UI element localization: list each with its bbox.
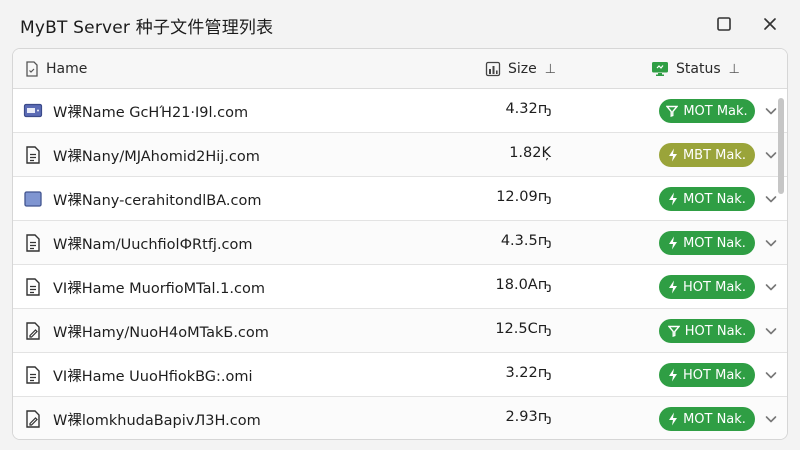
chevron-down-icon[interactable] (763, 235, 779, 251)
bolt-icon (668, 236, 683, 250)
chevron-down-icon[interactable] (763, 147, 779, 163)
sort-icon[interactable]: ⊥ (729, 62, 740, 77)
status-label: MOT Nak. (683, 411, 746, 427)
file-name: W裸Hamy/NuoH4oMTakБ.com (53, 325, 269, 341)
table-row[interactable]: W裸Nam/UuchfiolФRtfj.com 4.3.5ҧ MOT Nak. (13, 221, 787, 265)
title-bar: MyBT Server 种子文件管理列表 (0, 0, 800, 48)
filter-icon (666, 105, 683, 117)
sort-icon[interactable]: ⊥ (545, 62, 556, 77)
file-size: 3.22ҧ (505, 365, 551, 381)
status-label: MOT Mak. (683, 103, 748, 119)
column-header-size[interactable]: Size ⊥ (485, 59, 556, 79)
bolt-icon (668, 412, 683, 426)
bolt-icon (668, 192, 683, 206)
status-badge: MOT Nak. (659, 231, 755, 255)
folder-icon (23, 189, 43, 209)
file-name: W裸Name GcHΉ21·I9l.com (53, 105, 249, 121)
filter-icon (667, 325, 685, 337)
monitor-icon (652, 62, 668, 76)
status-badge: HOT Nak. (659, 319, 755, 343)
table-row[interactable]: W裸lomkhudаBapivЛ3H.com 2.93ҧ MOT Nak. (13, 397, 787, 439)
column-header-name[interactable]: Hame (25, 59, 87, 79)
file-size: 4.3.5ҧ (500, 233, 551, 249)
chevron-down-icon[interactable] (763, 323, 779, 339)
status-label: HOT Nak. (684, 323, 747, 339)
file-size: 18.0Aҧ (495, 277, 551, 293)
table-row[interactable]: W裸Nany/MJAhomid2Hij.com 1.82Ķ MBT Mak. (13, 133, 787, 177)
status-label: MOT Nak. (683, 191, 746, 207)
file-size: 12.09ҧ (496, 189, 551, 205)
torrent-file-table: Hame Size ⊥ Status ⊥ W裸Name GcHΉ21·I9l.c… (12, 48, 788, 440)
maximize-button[interactable] (712, 12, 736, 36)
chevron-down-icon[interactable] (763, 103, 779, 119)
window-title: MyBT Server 种子文件管理列表 (20, 18, 274, 38)
column-header-status-label: Status (676, 61, 721, 77)
file-name: W裸Nam/UuchfiolФRtfj.com (53, 237, 253, 253)
bolt-icon (668, 148, 683, 162)
status-badge: MOT Nak. (659, 407, 755, 431)
bar-chart-icon (485, 61, 501, 77)
table-row[interactable]: W裸Nany-cerahitondlBA.com 12.09ҧ MOT Nak. (13, 177, 787, 221)
column-header-size-label: Size (508, 61, 537, 77)
document-icon (23, 365, 43, 385)
table-row[interactable]: VI裸Hame UuoHfiokBG:.omi 3.22ҧ HOT Mak. (13, 353, 787, 397)
scrollbar[interactable] (778, 98, 784, 194)
chevron-down-icon[interactable] (763, 191, 779, 207)
table-row[interactable]: W裸Name GcHΉ21·I9l.com 4.32ҧ MOT Mak. (13, 89, 787, 133)
status-badge: MOT Nak. (659, 187, 755, 211)
file-size: 12.5Cҧ (495, 321, 551, 337)
file-name: VI裸Hame UuoHfiokBG:.omi (53, 369, 253, 385)
status-badge: HOT Mak. (659, 275, 755, 299)
file-name: W裸Nany-cerahitondlBA.com (53, 193, 262, 209)
close-icon (764, 18, 776, 30)
close-button[interactable] (758, 12, 782, 36)
chevron-down-icon[interactable] (763, 279, 779, 295)
file-size: 1.82Ķ (509, 145, 551, 161)
file-name: VI裸Hame MuorfioMTal.1.com (53, 281, 265, 297)
status-badge: MOT Mak. (659, 99, 755, 123)
status-label: MBT Mak. (682, 147, 747, 163)
table-row[interactable]: W裸Hamy/NuoH4oMTakБ.com 12.5Cҧ HOT Nak. (13, 309, 787, 353)
status-badge: MBT Mak. (659, 143, 755, 167)
document-icon (23, 233, 43, 253)
column-header-status[interactable]: Status ⊥ (651, 59, 740, 79)
bolt-icon (668, 368, 683, 382)
status-label: MOT Nak. (683, 235, 746, 251)
file-name: W裸lomkhudаBapivЛ3H.com (53, 413, 261, 429)
file-icon (26, 61, 38, 77)
maximize-icon (717, 17, 731, 31)
file-name: W裸Nany/MJAhomid2Hij.com (53, 149, 260, 165)
table-header: Hame Size ⊥ Status ⊥ (13, 49, 787, 89)
status-label: HOT Mak. (683, 367, 746, 383)
document-icon (23, 145, 43, 165)
status-label: HOT Mak. (683, 279, 746, 295)
edit-icon (23, 409, 43, 429)
file-size: 4.32ҧ (505, 101, 551, 117)
chevron-down-icon[interactable] (763, 411, 779, 427)
document-icon (23, 277, 43, 297)
bolt-icon (668, 280, 683, 294)
chevron-down-icon[interactable] (763, 367, 779, 383)
file-size: 2.93ҧ (505, 409, 551, 425)
server-icon (23, 101, 43, 121)
table-row[interactable]: VI裸Hame MuorfioMTal.1.com 18.0Aҧ HOT Mak. (13, 265, 787, 309)
status-badge: HOT Mak. (659, 363, 755, 387)
column-header-name-label: Hame (46, 61, 88, 77)
edit-icon (23, 321, 43, 341)
